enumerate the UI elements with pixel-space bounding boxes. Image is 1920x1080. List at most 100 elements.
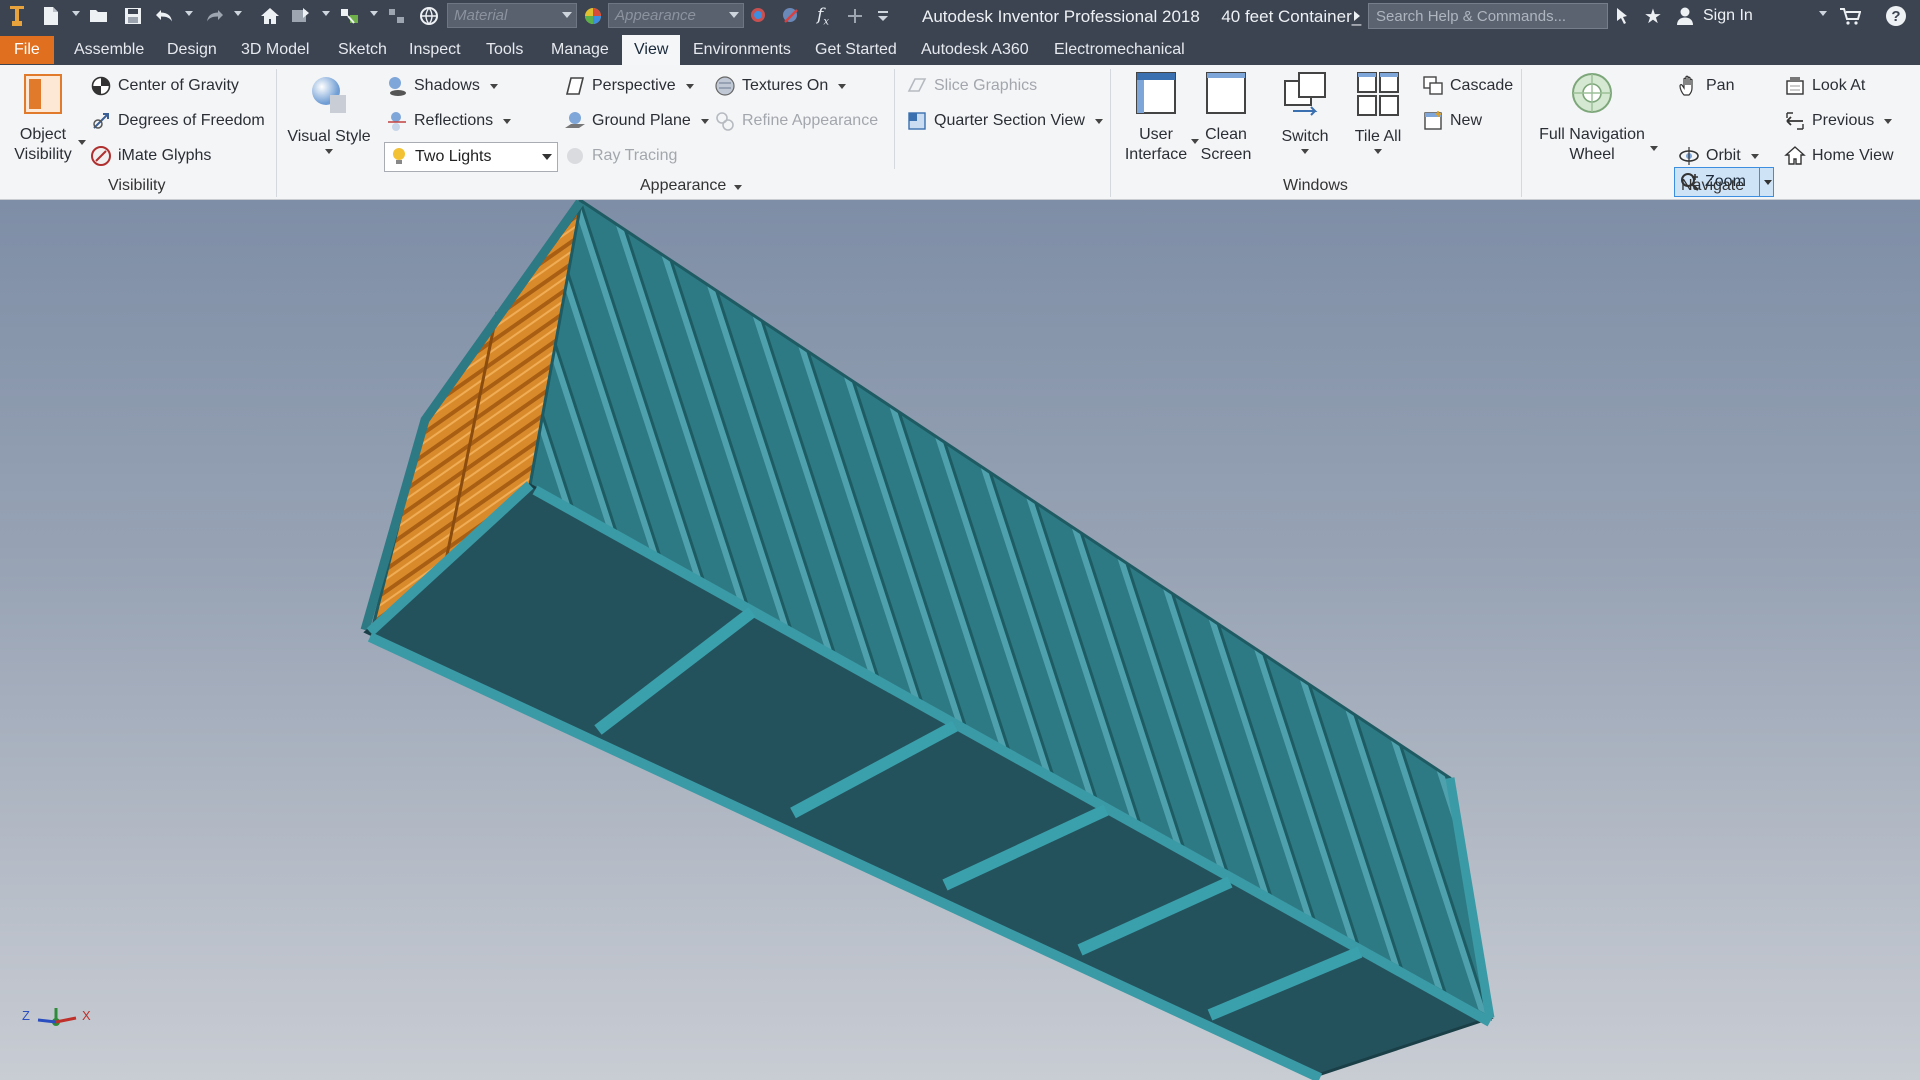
refine-appearance-button[interactable]: Refine Appearance <box>714 108 878 134</box>
undo-dropdown-icon[interactable] <box>185 11 193 16</box>
user-interface-button[interactable]: User Interface <box>1118 71 1194 165</box>
expand-arrow-icon[interactable] <box>1350 4 1364 28</box>
tab-design[interactable]: Design <box>155 35 229 65</box>
sign-in-link[interactable]: Sign In <box>1703 7 1753 25</box>
slice-graphics-icon <box>906 75 928 97</box>
reflections-dropdown-icon[interactable] <box>503 118 512 124</box>
appearance-panel-dropdown-icon[interactable] <box>734 185 743 190</box>
measure-icon[interactable] <box>386 4 408 28</box>
tab-sketch[interactable]: Sketch <box>326 35 399 65</box>
select-filter-icon[interactable] <box>338 4 362 28</box>
switch-button[interactable]: Switch <box>1272 71 1338 154</box>
switch-dropdown-icon[interactable] <box>1301 149 1309 154</box>
search-input[interactable]: Search Help & Commands... <box>1368 3 1608 29</box>
star-icon[interactable]: ★ <box>1642 4 1664 28</box>
textures-on-button[interactable]: Textures On <box>714 73 847 99</box>
imate-glyphs-button[interactable]: iMate Glyphs <box>90 143 211 169</box>
ray-tracing-button[interactable]: Ray Tracing <box>564 143 677 169</box>
nav-wheel-dropdown-icon[interactable] <box>1650 146 1658 151</box>
quarter-section-view-button[interactable]: Quarter Section View <box>906 108 1103 134</box>
container-model[interactable] <box>0 200 1920 1080</box>
ground-plane-button[interactable]: Ground Plane <box>564 108 709 134</box>
add-icon[interactable] <box>844 4 866 28</box>
clear-appearance-icon[interactable] <box>780 4 802 28</box>
zoom-dropdown-button[interactable] <box>1759 167 1775 197</box>
tab-electromechanical[interactable]: Electromechanical <box>1042 35 1197 65</box>
home-icon[interactable] <box>258 4 282 28</box>
menu-tab-bar: File Assemble Design 3D Model Sketch Ins… <box>0 32 1920 88</box>
lighting-style-select[interactable]: Two Lights <box>384 142 558 172</box>
center-of-gravity-button[interactable]: Center of Gravity <box>90 73 239 99</box>
home-view-icon <box>1784 145 1806 167</box>
help-icon[interactable]: ? <box>1884 4 1908 28</box>
save-icon[interactable] <box>122 4 144 28</box>
perspective-dropdown-icon[interactable] <box>685 83 694 89</box>
orbit-dropdown-icon[interactable] <box>1750 153 1759 159</box>
quarter-section-dropdown-icon[interactable] <box>1094 118 1103 124</box>
tab-file[interactable]: File <box>0 36 54 64</box>
tab-inspect[interactable]: Inspect <box>397 35 473 65</box>
visual-style-dropdown-icon[interactable] <box>325 149 333 154</box>
tile-all-dropdown-icon[interactable] <box>1374 149 1382 154</box>
object-visibility-dropdown-icon[interactable] <box>78 140 86 145</box>
previous-dropdown-icon[interactable] <box>1884 118 1893 124</box>
globe-icon[interactable] <box>418 4 440 28</box>
pan-button[interactable]: Pan <box>1678 73 1734 99</box>
tab-get-started[interactable]: Get Started <box>803 35 909 65</box>
tab-view[interactable]: View <box>622 35 681 65</box>
ground-plane-dropdown-icon[interactable] <box>700 118 709 124</box>
parameters-fx-icon[interactable]: fx <box>812 4 834 28</box>
tab-assemble[interactable]: Assemble <box>62 35 156 65</box>
reflections-icon <box>386 110 408 132</box>
new-window-button[interactable]: New <box>1422 108 1482 134</box>
tab-tools[interactable]: Tools <box>474 35 535 65</box>
object-visibility-button[interactable]: Object Visibility <box>8 73 78 165</box>
open-folder-icon[interactable] <box>88 4 110 28</box>
shadows-button[interactable]: Shadows <box>386 73 498 99</box>
appearance-panel-title[interactable]: Appearance <box>640 177 743 195</box>
full-navigation-wheel-button[interactable]: Full Navigation Wheel <box>1530 71 1654 165</box>
reflections-button[interactable]: Reflections <box>386 108 512 134</box>
new-dropdown-icon[interactable] <box>72 11 80 16</box>
update-icon[interactable] <box>290 4 312 28</box>
redo-icon[interactable] <box>203 4 225 28</box>
material-field[interactable]: Material <box>447 3 577 28</box>
visual-style-button[interactable]: Visual Style <box>286 73 372 154</box>
help-binoculars-icon[interactable] <box>1612 4 1634 28</box>
home-view-button[interactable]: Home View <box>1784 143 1894 169</box>
user-icon[interactable] <box>1674 4 1696 28</box>
graphics-viewport[interactable]: Z X <box>0 200 1920 1080</box>
adjust-appearance-icon[interactable] <box>748 4 770 28</box>
sign-in-dropdown-icon[interactable] <box>1819 11 1827 16</box>
tab-manage[interactable]: Manage <box>539 35 621 65</box>
perspective-button[interactable]: Perspective <box>564 73 694 99</box>
user-interface-label: User <box>1139 126 1173 143</box>
tab-3d-model[interactable]: 3D Model <box>229 35 321 65</box>
tile-all-button[interactable]: Tile All <box>1348 71 1408 154</box>
customize-toolbar-icon[interactable] <box>874 4 892 28</box>
undo-icon[interactable] <box>154 4 176 28</box>
redo-dropdown-icon[interactable] <box>234 11 242 16</box>
slice-graphics-button[interactable]: Slice Graphics <box>906 73 1037 99</box>
appearance-field[interactable]: Appearance <box>608 3 744 28</box>
shadows-dropdown-icon[interactable] <box>489 83 498 89</box>
inventor-logo-icon[interactable] <box>6 4 28 28</box>
view-triad[interactable]: Z X <box>18 1000 98 1045</box>
update-dropdown-icon[interactable] <box>322 11 330 16</box>
cascade-button[interactable]: Cascade <box>1422 73 1513 99</box>
select-dropdown-icon[interactable] <box>370 11 378 16</box>
tab-environments[interactable]: Environments <box>681 35 803 65</box>
clean-screen-button[interactable]: Clean Screen <box>1198 71 1254 165</box>
textures-dropdown-icon[interactable] <box>838 83 847 89</box>
look-at-button[interactable]: Look At <box>1784 73 1865 99</box>
object-visibility-label: Object <box>19 126 67 143</box>
tab-autodesk-a360[interactable]: Autodesk A360 <box>909 35 1041 65</box>
color-wheel-icon[interactable] <box>582 4 604 28</box>
orbit-button[interactable]: Orbit <box>1678 143 1759 169</box>
cart-icon[interactable] <box>1838 4 1862 28</box>
perspective-icon <box>564 75 586 97</box>
clean-screen-label: Clean <box>1205 126 1247 143</box>
degrees-of-freedom-button[interactable]: Degrees of Freedom <box>90 108 265 134</box>
new-file-icon[interactable] <box>40 4 62 28</box>
previous-view-button[interactable]: Previous <box>1784 108 1893 134</box>
